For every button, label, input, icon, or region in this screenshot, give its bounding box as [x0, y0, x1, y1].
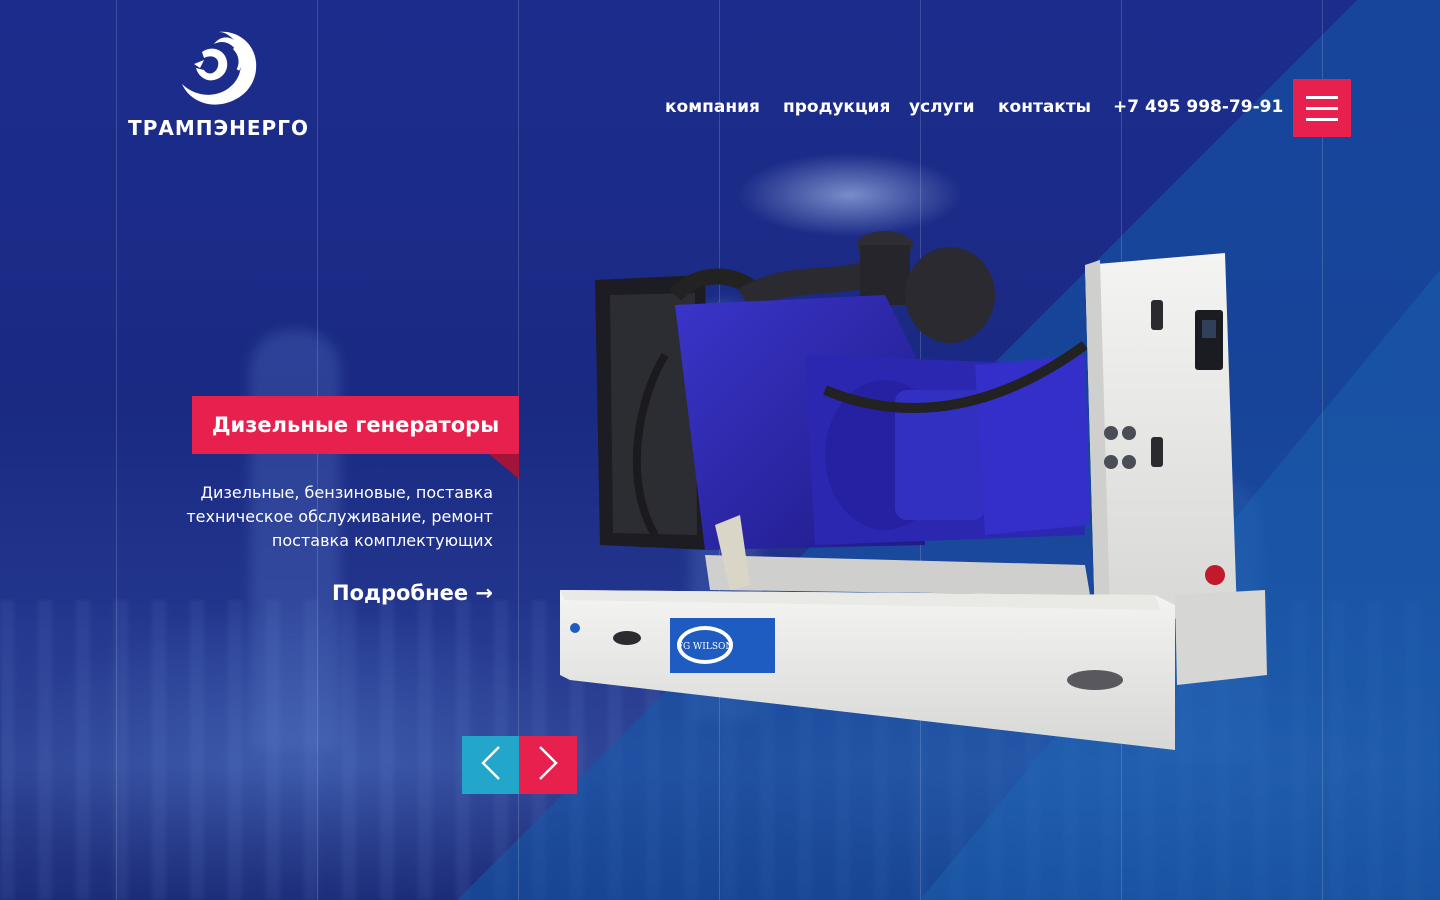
lion-head-icon [126, 28, 311, 108]
grid-line [116, 0, 117, 900]
description-line: техническое обслуживание, ремонт [186, 507, 493, 526]
nav-item-company[interactable]: компания [665, 97, 760, 117]
menu-button[interactable] [1293, 79, 1351, 137]
description-line: поставка комплектующих [271, 531, 493, 550]
hamburger-icon [1306, 106, 1338, 110]
hamburger-icon [1306, 117, 1338, 121]
phone-link[interactable]: +7 495 998-79-91 [1113, 97, 1283, 117]
chevron-left-icon [480, 745, 502, 785]
title-fold-decoration [489, 454, 519, 479]
nav-item-products[interactable]: продукция [783, 97, 890, 117]
brand-logo[interactable]: ТРАМПЭНЕРГО [126, 28, 311, 140]
generator-image: FG WILSON [555, 205, 1275, 755]
slide-description: Дизельные, бензиновые, поставка техничес… [150, 481, 493, 553]
slider-prev-button[interactable] [462, 736, 520, 794]
slide-title: Дизельные генераторы [192, 396, 519, 454]
more-link[interactable]: Подробнее → [300, 581, 493, 605]
brand-name: ТРАМПЭНЕРГО [128, 116, 309, 140]
product-badge: FG WILSON [677, 642, 734, 652]
description-line: Дизельные, бензиновые, поставка [200, 483, 494, 502]
nav-item-services[interactable]: услуги [909, 97, 975, 117]
hamburger-icon [1306, 95, 1338, 99]
nav-item-contacts[interactable]: контакты [998, 97, 1091, 117]
